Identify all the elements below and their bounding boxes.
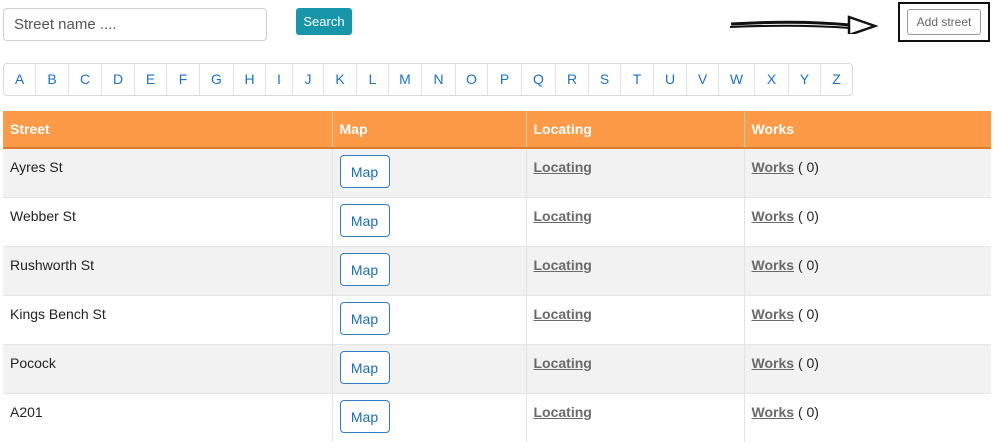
works-link[interactable]: Works: [752, 306, 795, 322]
locating-link[interactable]: Locating: [534, 306, 592, 322]
street-cell: A201: [3, 394, 332, 442]
works-link[interactable]: Works: [752, 355, 795, 371]
locating-link[interactable]: Locating: [534, 257, 592, 273]
locating-link[interactable]: Locating: [534, 159, 592, 175]
letter-filter-e[interactable]: E: [135, 64, 167, 95]
locating-link[interactable]: Locating: [534, 208, 592, 224]
search-button[interactable]: Search: [296, 8, 352, 35]
street-cell: Ayres St: [3, 148, 332, 198]
letter-filter-c[interactable]: C: [69, 64, 102, 95]
works-link[interactable]: Works: [752, 404, 795, 420]
letter-filter-k[interactable]: K: [324, 64, 357, 95]
works-count: ( 0): [798, 355, 819, 371]
street-cell: Rushworth St: [3, 247, 332, 296]
letter-filter-p[interactable]: P: [488, 64, 522, 95]
letter-filter-i[interactable]: I: [266, 64, 293, 95]
map-cell: Map: [332, 394, 526, 442]
letter-filter-x[interactable]: X: [755, 64, 789, 95]
works-link[interactable]: Works: [752, 159, 795, 175]
locating-cell: Locating: [526, 148, 744, 198]
map-button[interactable]: Map: [340, 302, 390, 335]
map-button[interactable]: Map: [340, 400, 390, 433]
works-cell: Works ( 0): [744, 198, 991, 247]
letter-filter-g[interactable]: G: [200, 64, 234, 95]
locating-cell: Locating: [526, 296, 744, 345]
works-count: ( 0): [798, 404, 819, 420]
letter-filter-b[interactable]: B: [36, 64, 69, 95]
header-locating: Locating: [526, 111, 744, 148]
map-cell: Map: [332, 247, 526, 296]
annotation-arrow-icon: [728, 14, 878, 34]
letter-filter-m[interactable]: M: [389, 64, 422, 95]
streets-table: Street Map Locating Works Ayres StMapLoc…: [3, 111, 991, 442]
letter-filter-f[interactable]: F: [167, 64, 200, 95]
letter-filter-q[interactable]: Q: [522, 64, 556, 95]
letter-filter-j[interactable]: J: [293, 64, 324, 95]
letter-filter-r[interactable]: R: [556, 64, 589, 95]
letter-filter-l[interactable]: L: [357, 64, 389, 95]
map-cell: Map: [332, 296, 526, 345]
add-street-button[interactable]: Add street: [907, 9, 981, 35]
add-street-highlight: Add street: [898, 2, 990, 42]
works-cell: Works ( 0): [744, 148, 991, 198]
letter-filter-s[interactable]: S: [589, 64, 621, 95]
map-cell: Map: [332, 198, 526, 247]
letter-filter-u[interactable]: U: [654, 64, 687, 95]
table-row: Kings Bench St Map Locating Works ( 0): [3, 296, 991, 345]
works-count: ( 0): [798, 159, 819, 175]
map-cell: Map: [332, 345, 526, 394]
street-cell: Pocock: [3, 345, 332, 394]
locating-cell: Locating: [526, 198, 744, 247]
map-button[interactable]: Map: [340, 155, 390, 188]
map-cell: Map: [332, 148, 526, 198]
works-count: ( 0): [798, 257, 819, 273]
letter-filter-a[interactable]: A: [4, 64, 36, 95]
letter-filter-n[interactable]: N: [422, 64, 456, 95]
map-button[interactable]: Map: [340, 253, 390, 286]
letter-filter-v[interactable]: V: [687, 64, 719, 95]
street-name: Pocock: [10, 355, 56, 371]
street-name: Kings Bench St: [10, 306, 106, 322]
works-link[interactable]: Works: [752, 208, 795, 224]
locating-cell: Locating: [526, 394, 744, 442]
header-map: Map: [332, 111, 526, 148]
works-cell: Works ( 0): [744, 296, 991, 345]
locating-cell: Locating: [526, 247, 744, 296]
street-name: Webber St: [10, 208, 76, 224]
table-row: Rushworth St Map Locating Works ( 0): [3, 247, 991, 296]
locating-link[interactable]: Locating: [534, 355, 592, 371]
header-street: Street: [3, 111, 332, 148]
map-button[interactable]: Map: [340, 351, 390, 384]
letter-filter-w[interactable]: W: [719, 64, 755, 95]
works-count: ( 0): [798, 208, 819, 224]
street-name: A201: [10, 404, 43, 420]
table-row: Pocock Map Locating Works ( 0): [3, 345, 991, 394]
table-row: Webber St Map Locating Works ( 0): [3, 198, 991, 247]
works-cell: Works ( 0): [744, 394, 991, 442]
letter-filter-d[interactable]: D: [102, 64, 135, 95]
street-name: Rushworth St: [10, 257, 94, 273]
alphabet-filter: ABCDEFGHIJKLMNOPQRSTUVWXYZ: [3, 63, 853, 96]
table-row: Ayres St Map Locating Works ( 0): [3, 148, 991, 198]
locating-link[interactable]: Locating: [534, 404, 592, 420]
letter-filter-o[interactable]: O: [456, 64, 488, 95]
map-button[interactable]: Map: [340, 204, 390, 237]
street-cell: Webber St: [3, 198, 332, 247]
letter-filter-t[interactable]: T: [621, 64, 654, 95]
works-count: ( 0): [798, 306, 819, 322]
street-name: Ayres St: [10, 159, 63, 175]
works-cell: Works ( 0): [744, 247, 991, 296]
works-link[interactable]: Works: [752, 257, 795, 273]
street-cell: Kings Bench St: [3, 296, 332, 345]
works-cell: Works ( 0): [744, 345, 991, 394]
letter-filter-h[interactable]: H: [234, 64, 266, 95]
letter-filter-y[interactable]: Y: [789, 64, 821, 95]
locating-cell: Locating: [526, 345, 744, 394]
letter-filter-z[interactable]: Z: [821, 64, 852, 95]
search-input[interactable]: [3, 8, 267, 41]
table-row: A201 Map Locating Works ( 0): [3, 394, 991, 442]
header-works: Works: [744, 111, 991, 148]
table-header-row: Street Map Locating Works: [3, 111, 991, 148]
